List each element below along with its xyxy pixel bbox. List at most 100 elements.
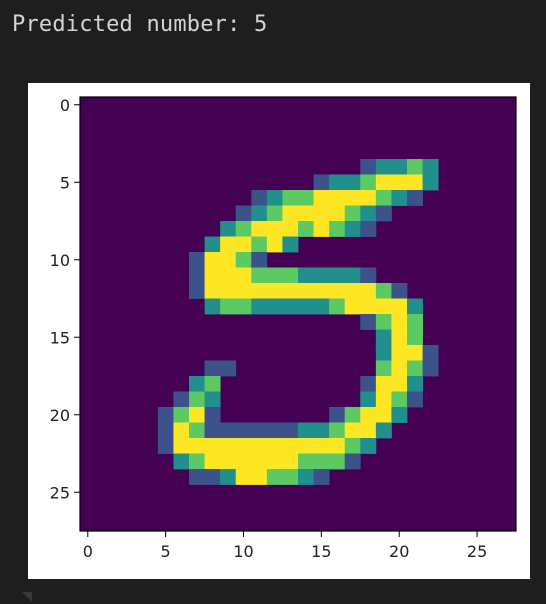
heatmap-cell <box>329 221 346 237</box>
heatmap-cell <box>220 298 237 315</box>
heatmap-cell <box>329 438 346 454</box>
heatmap-cell <box>360 190 377 206</box>
heatmap-cell <box>189 407 205 423</box>
y-tick-label: 15 <box>50 328 70 347</box>
heatmap-cell <box>298 298 314 315</box>
heatmap-cell <box>282 438 299 454</box>
heatmap-cell <box>282 298 299 315</box>
heatmap-cell <box>173 407 190 423</box>
heatmap-cell <box>375 345 392 361</box>
heatmap-cell <box>391 159 408 175</box>
heatmap-cell <box>220 236 237 253</box>
heatmap-cell <box>344 407 361 423</box>
heatmap-cell <box>391 407 408 423</box>
heatmap-cell <box>204 453 221 470</box>
heatmap-cell <box>189 422 205 439</box>
heatmap-cell <box>220 360 237 377</box>
heatmap-cell <box>329 205 346 222</box>
heatmap-cell <box>360 391 377 408</box>
heatmap-cell <box>298 221 314 237</box>
heatmap-cell <box>407 159 423 175</box>
heatmap-cell <box>313 267 330 284</box>
heatmap-cell <box>282 453 299 470</box>
heatmap-cell <box>204 283 221 299</box>
heatmap-cell <box>282 283 299 299</box>
heatmap-cell <box>360 221 377 237</box>
heatmap-cell <box>266 236 283 253</box>
heatmap-cell <box>157 438 174 454</box>
heatmap-cell <box>189 391 205 408</box>
heatmap-cell <box>298 453 314 470</box>
heatmap-cell <box>360 438 377 454</box>
heatmap-cell <box>360 283 377 299</box>
x-tick-label: 5 <box>161 542 171 561</box>
heatmap-cell <box>344 422 361 439</box>
heatmap-cell <box>220 252 237 268</box>
heatmap-cell <box>220 469 237 485</box>
prediction-output-text: Predicted number: 5 <box>12 12 268 37</box>
heatmap-cell <box>251 283 268 299</box>
heatmap-cell <box>391 298 408 315</box>
heatmap-cell <box>266 283 283 299</box>
heatmap-cell <box>282 236 299 253</box>
heatmap-cell <box>235 267 252 284</box>
heatmap-cell <box>375 407 392 423</box>
heatmap-cell <box>407 314 423 330</box>
heatmap-cell <box>282 267 299 284</box>
heatmap-cell <box>204 252 221 268</box>
heatmap-cell <box>313 438 330 454</box>
heatmap-cell <box>235 298 252 315</box>
heatmap-cell <box>344 298 361 315</box>
x-tick-label: 10 <box>233 542 253 561</box>
heatmap-cell <box>204 407 221 423</box>
heatmap-cell <box>375 360 392 377</box>
heatmap-cell <box>360 407 377 423</box>
heatmap-cell <box>235 469 252 485</box>
heatmap-cell <box>235 221 252 237</box>
heatmap-cell <box>375 190 392 206</box>
heatmap-cell <box>204 267 221 284</box>
heatmap-cell <box>313 221 330 237</box>
heatmap-cell <box>375 391 392 408</box>
heatmap-cell <box>407 391 423 408</box>
heatmap-cell <box>375 376 392 392</box>
heatmap-cell <box>189 438 205 454</box>
heatmap-cell <box>313 174 330 191</box>
heatmap-cell <box>360 159 377 175</box>
heatmap-cell <box>282 469 299 485</box>
heatmap-cell <box>251 438 268 454</box>
heatmap-cell <box>189 376 205 392</box>
heatmap-cell <box>173 422 190 439</box>
heatmap-cell <box>360 314 377 330</box>
heatmap-cell <box>189 283 205 299</box>
heatmap-cell <box>344 174 361 191</box>
heatmap-cell <box>266 221 283 237</box>
x-tick-label: 20 <box>389 542 409 561</box>
heatmap-cell <box>220 267 237 284</box>
heatmap-cell <box>298 469 314 485</box>
heatmap-cell <box>220 453 237 470</box>
heatmap-cell <box>189 267 205 284</box>
heatmap-cell <box>204 469 221 485</box>
heatmap-cell <box>204 422 221 439</box>
heatmap-cell <box>266 267 283 284</box>
heatmap-cell <box>407 174 423 191</box>
heatmap-cell <box>329 174 346 191</box>
heatmap-cell <box>251 298 268 315</box>
heatmap-cell <box>313 283 330 299</box>
heatmap-cell <box>391 190 408 206</box>
heatmap-cell <box>391 314 408 330</box>
heatmap-cell <box>173 391 190 408</box>
heatmap-cell <box>375 159 392 175</box>
heatmap-cell <box>266 205 283 222</box>
heatmap-cell <box>235 283 252 299</box>
heatmap-cell <box>173 438 190 454</box>
resize-handle-icon[interactable] <box>22 592 32 602</box>
heatmap-cell <box>344 267 361 284</box>
heatmap-cell <box>266 298 283 315</box>
heatmap-cell <box>157 422 174 439</box>
heatmap-cell <box>251 252 268 268</box>
heatmap-cell <box>251 221 268 237</box>
heatmap-cell <box>407 376 423 392</box>
heatmap-cell <box>407 360 423 377</box>
